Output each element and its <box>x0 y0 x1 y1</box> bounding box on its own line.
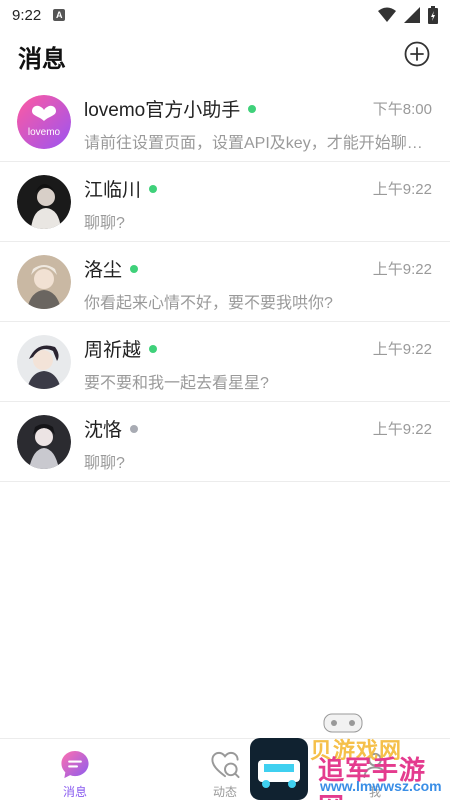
chat-name: 周祈越 <box>84 340 142 361</box>
chat-name: 洛尘 <box>84 260 123 281</box>
gamepad-icon <box>323 713 363 733</box>
status-bar: 9:22 A <box>0 0 450 30</box>
online-status-dot <box>149 184 158 193</box>
nav-item-profile[interactable]: 我 <box>300 739 450 800</box>
status-time: 9:22 <box>12 6 42 24</box>
header: 消息 <box>0 30 450 82</box>
chat-time: 上午9:22 <box>372 181 432 198</box>
chat-preview: 要不要和我一起去看星星? <box>84 375 269 392</box>
chat-preview: 聊聊? <box>84 215 125 232</box>
avatar <box>17 175 71 229</box>
signal-icon <box>404 7 420 23</box>
profile-icon <box>363 752 387 779</box>
avatar <box>17 255 71 309</box>
online-status-dot <box>130 264 139 273</box>
battery-icon <box>428 6 438 24</box>
nav-label: 消息 <box>62 785 87 799</box>
online-status-dot <box>248 104 257 113</box>
nav-item-messages[interactable]: 消息 <box>0 739 150 800</box>
chat-list: lovemo lovemo官方小助手 下午8:00 请前往设置页面，设置API及… <box>0 82 450 482</box>
chat-item-assistant[interactable]: lovemo lovemo官方小助手 下午8:00 请前往设置页面，设置API及… <box>0 82 450 162</box>
notification-app-icon: A <box>53 9 66 21</box>
avatar <box>17 415 71 469</box>
avatar-label: lovemo <box>28 127 61 138</box>
add-button[interactable] <box>404 41 430 67</box>
chat-bubble-icon <box>61 750 89 779</box>
avatar: lovemo <box>17 95 71 149</box>
chat-preview: 请前往设置页面，设置API及key，才能开始聊天哦 <box>84 135 434 152</box>
chat-name: 江临川 <box>84 180 142 201</box>
chat-name: lovemo官方小助手 <box>84 100 241 121</box>
chat-item-zhouqiyue[interactable]: 周祈越 上午9:22 要不要和我一起去看星星? <box>0 322 450 402</box>
chat-name: 沈恪 <box>84 420 123 441</box>
plus-circle-icon <box>404 41 430 67</box>
page-title: 消息 <box>18 45 66 73</box>
status-icons <box>378 6 438 24</box>
chat-time: 上午9:22 <box>372 341 432 358</box>
chat-time: 上午9:22 <box>372 261 432 278</box>
online-status-dot <box>149 344 158 353</box>
chat-item-luochen[interactable]: 洛尘 上午9:22 你看起来心情不好，要不要我哄你? <box>0 242 450 322</box>
wifi-icon <box>378 7 396 22</box>
chat-item-jianglinchuan[interactable]: 江临川 上午9:22 聊聊? <box>0 162 450 242</box>
chat-preview: 聊聊? <box>84 455 125 472</box>
offline-status-dot <box>130 424 139 433</box>
nav-item-moments[interactable]: 动态 <box>150 739 300 800</box>
chat-time: 下午8:00 <box>372 101 432 118</box>
bottom-nav: 消息 动态 我 <box>0 738 450 800</box>
chat-preview: 你看起来心情不好，要不要我哄你? <box>84 295 333 312</box>
nav-label: 动态 <box>212 785 237 799</box>
nav-label: 我 <box>368 785 381 799</box>
avatar <box>17 335 71 389</box>
chat-time: 上午9:22 <box>372 421 432 438</box>
heart-search-icon <box>211 751 240 779</box>
chat-item-shenke[interactable]: 沈恪 上午9:22 聊聊? <box>0 402 450 482</box>
